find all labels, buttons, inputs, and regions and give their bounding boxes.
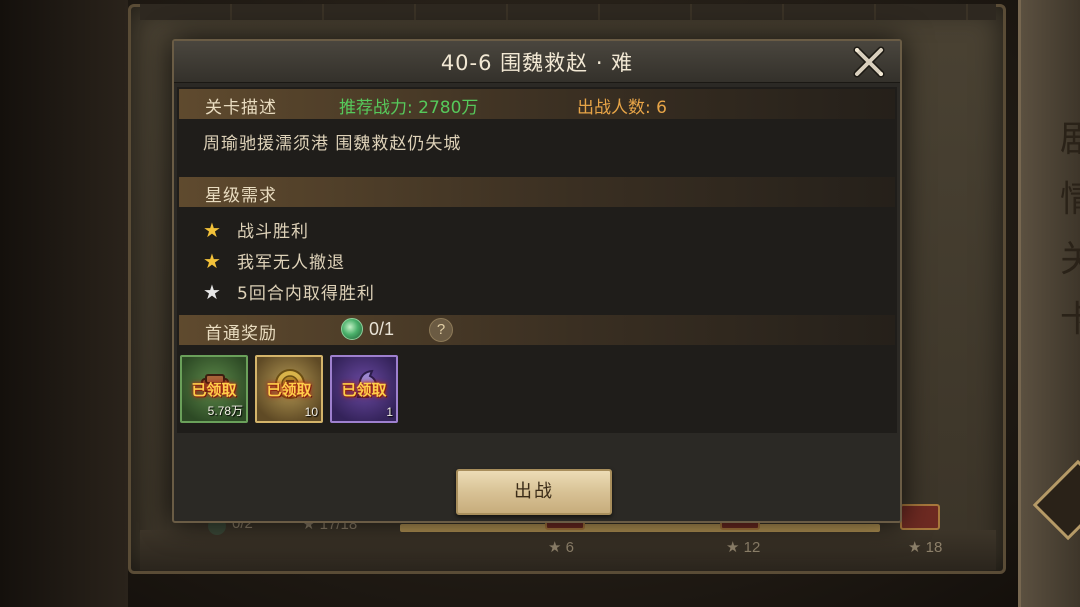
- stage-description: 周瑜驰援濡须港 围魏救赵仍失城: [203, 134, 462, 154]
- background-top-strip: [140, 4, 996, 20]
- close-x-icon: [853, 46, 885, 78]
- background-left-shade: [0, 0, 128, 607]
- milestone-value: 18: [925, 539, 943, 556]
- star-icon: ★: [726, 539, 740, 556]
- reward-progress: 0/1: [341, 318, 394, 342]
- item-quantity: 10: [304, 405, 318, 419]
- requirement-text: 战斗胜利: [237, 222, 309, 242]
- requirement-text: 5回合内取得胜利: [237, 284, 375, 304]
- dialog-title: 40-6 围魏救赵 · 难: [440, 51, 634, 75]
- item-quantity: 1: [386, 405, 393, 419]
- dialog-header: 40-6 围魏救赵 · 难: [174, 41, 900, 83]
- help-button[interactable]: ?: [429, 318, 453, 342]
- star-icon: ★: [548, 539, 562, 556]
- scroll-char: 情: [1060, 179, 1080, 220]
- requirement-text: 我军无人撤退: [237, 253, 345, 273]
- troop-count: 出战人数: 6: [577, 98, 667, 118]
- first-clear-rewards-bar: 首通奖励 0/1 ?: [179, 315, 895, 345]
- claimed-stamp: 已领取: [191, 381, 237, 399]
- claimed-stamp: 已领取: [341, 381, 387, 399]
- star-requirements-bar: 星级需求: [179, 177, 895, 207]
- jade-icon: [341, 318, 363, 340]
- scroll-char: 卡: [1060, 299, 1080, 340]
- battle-button[interactable]: 出战: [456, 469, 612, 515]
- close-button[interactable]: [852, 45, 886, 79]
- stage-info-bar: 关卡描述 推荐战力: 2780万 出战人数: 6: [179, 89, 895, 119]
- reward-item[interactable]: 已领取 10: [255, 355, 323, 423]
- gold-star-icon: ★: [203, 248, 221, 273]
- background-star-progress-bar: [400, 524, 880, 532]
- requirement-item: ★ 5回合内取得胜利: [203, 279, 375, 305]
- silver-star-icon: ★: [203, 279, 221, 304]
- star-icon: ★: [908, 539, 922, 556]
- recommended-power: 推荐战力: 2780万: [339, 98, 479, 118]
- requirement-item: ★ 战斗胜利: [203, 217, 309, 243]
- milestone-label: ★ 18: [908, 538, 942, 556]
- reward-item[interactable]: 已领取 1: [330, 355, 398, 423]
- milestone-chest-icon[interactable]: [900, 504, 940, 530]
- milestone-value: 12: [743, 539, 761, 556]
- gold-star-icon: ★: [203, 217, 221, 242]
- milestone-label: ★ 6: [548, 538, 574, 556]
- stage-info-label: 关卡描述: [205, 98, 277, 118]
- claimed-stamp: 已领取: [266, 381, 312, 399]
- requirement-item: ★ 我军无人撤退: [203, 248, 345, 274]
- milestone-label: ★ 12: [726, 538, 760, 556]
- stage-info-dialog: 40-6 围魏救赵 · 难 关卡描述 推荐战力: 2780万 出战人数: 6 周…: [172, 39, 902, 523]
- dialog-content-panel: 关卡描述 推荐战力: 2780万 出战人数: 6 周瑜驰援濡须港 围魏救赵仍失城…: [177, 87, 897, 433]
- first-clear-rewards-label: 首通奖励: [205, 324, 277, 344]
- scroll-char: 关: [1060, 239, 1080, 280]
- milestone-value: 6: [565, 539, 574, 556]
- scroll-char: 剧: [1060, 119, 1080, 160]
- item-quantity: 5.78万: [207, 404, 243, 418]
- reward-progress-text: 0/1: [369, 318, 395, 339]
- reward-item[interactable]: 已领取 5.78万: [180, 355, 248, 423]
- star-requirements-label: 星级需求: [205, 186, 277, 206]
